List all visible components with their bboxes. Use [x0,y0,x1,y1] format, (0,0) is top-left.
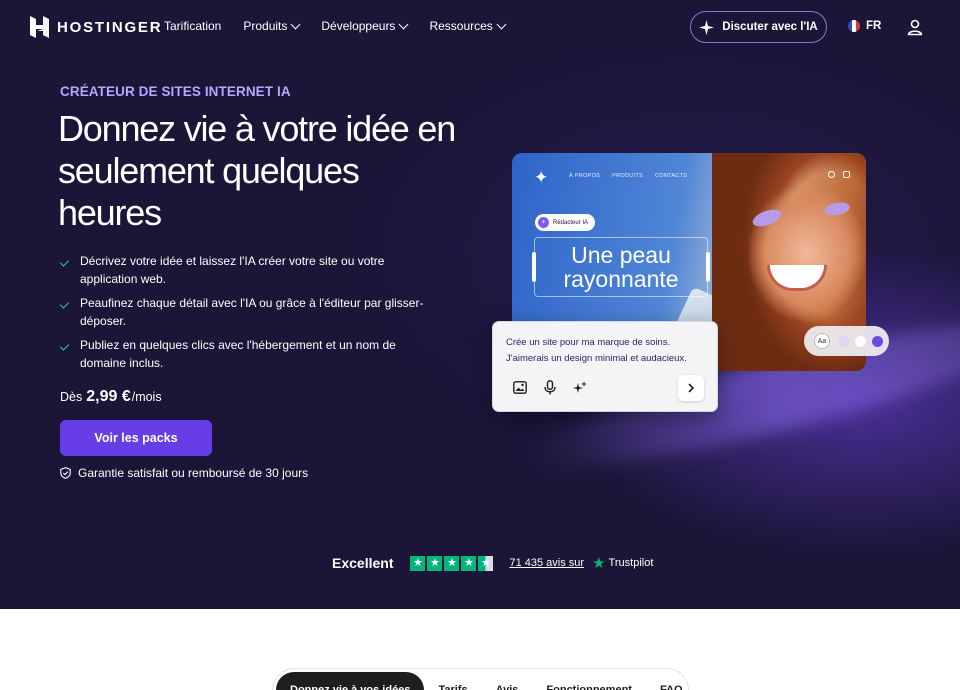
ai-chat-label: Discuter avec l'IA [722,21,818,33]
star-icon: ★ [461,555,477,571]
feature-item: Publiez en quelques clics avec l'héberge… [60,336,440,372]
language-selector[interactable]: FR [848,20,881,32]
chevron-down-icon [496,19,507,29]
nav-link-products[interactable]: Produits [243,19,301,33]
feature-text: Décrivez votre idée et laissez l'IA crée… [80,254,385,286]
resize-handle [706,252,710,282]
bag-icon [843,171,850,178]
chevron-down-icon [290,19,301,29]
tab-ideas[interactable]: Donnez vie à vos idées [276,672,425,690]
font-chip[interactable]: Aa [814,333,830,349]
feature-text: Publiez en quelques clics avec l'héberge… [80,338,396,370]
ai-sparkle-icon: + [538,217,549,228]
microphone-icon[interactable] [544,380,556,395]
tab-faq[interactable]: FAQ [646,672,697,690]
mockup-icons [828,171,850,178]
nav-link-pricing[interactable]: Tarification [164,19,221,33]
ai-writer-badge: + Rédacteur IA [535,214,596,231]
check-icon [60,300,70,336]
check-icon [60,342,70,378]
star-rating: ★ ★ ★ ★ ★ [410,555,494,571]
search-icon [828,171,835,178]
chevron-right-icon [688,383,695,393]
rating-label: Excellent [332,555,394,571]
sparkle-logo-icon: ✦ [534,168,549,187]
trustpilot-brand: ★ Trustpilot [592,554,653,572]
shield-check-icon [60,467,71,479]
nav-links: Tarification Produits Développeurs Resso… [164,19,507,33]
feature-list: Décrivez votre idée et laissez l'IA crée… [60,252,440,378]
mockup-nav-item: PRODUITS [612,173,643,179]
ai-prompt-card: Crée un site pour ma marque de soins. J'… [492,321,718,412]
send-prompt-button[interactable] [678,375,704,401]
brand-name: HOSTINGER [57,18,163,36]
see-plans-button[interactable]: Voir les packs [60,420,212,456]
ai-sparkle-icon [699,19,715,35]
money-back-guarantee: Garantie satisfait ou remboursé de 30 jo… [60,466,308,480]
feature-text: Peaufinez chaque détail avec l'IA ou grâ… [80,296,424,328]
nav-link-label: Développeurs [321,19,396,33]
color-swatch[interactable] [855,335,866,347]
mockup-nav-item: À PROPOS [569,173,601,179]
nav-link-label: Produits [243,19,288,33]
price-line: Dès 2,99 €/mois [60,388,162,406]
nav-link-label: Ressources [429,19,493,33]
half-star-icon: ★ [478,555,494,571]
nav-link-label: Tarification [164,19,222,33]
star-icon: ★ [444,555,460,571]
guarantee-text: Garantie satisfait ou remboursé de 30 jo… [78,466,309,480]
chevron-down-icon [398,19,409,29]
trustpilot-star-icon: ★ [592,555,606,572]
price-amount: 2,99 € [86,388,131,405]
trustpilot-rating: Excellent ★ ★ ★ ★ ★ 71 435 avis sur ★ Tr… [332,554,653,572]
user-account-icon[interactable] [906,18,924,36]
trustpilot-name: Trustpilot [608,557,654,569]
mockup-heading: Une peau rayonnante [534,237,708,297]
hostinger-logo[interactable]: HOSTINGER [30,16,162,38]
tab-how-it-works[interactable]: Fonctionnement [532,672,646,690]
price-suffix: /mois [131,390,162,404]
ai-chat-button[interactable]: Discuter avec l'IA [690,11,827,43]
prompt-text: Crée un site pour ma marque de soins. J'… [506,337,687,364]
feature-item: Décrivez votre idée et laissez l'IA crée… [60,252,440,288]
price-prefix: Dès [60,390,83,404]
color-swatch[interactable] [838,335,849,347]
hero-headline: Donnez vie à votre idée en seulement que… [58,108,456,233]
feature-item: Peaufinez chaque détail avec l'IA ou grâ… [60,294,440,330]
star-icon: ★ [427,555,443,571]
star-icon: ★ [410,555,426,571]
tab-pricing[interactable]: Tarifs [424,672,481,690]
hostinger-logo-icon [30,16,49,38]
hero-eyebrow: CRÉATEUR DE SITES INTERNET IA [60,84,291,99]
reviews-link[interactable]: 71 435 avis sur [509,557,584,569]
ai-sparkle-icon[interactable] [573,380,587,395]
mockup-nav-item: CONTACTS [654,173,688,179]
france-flag-icon [848,20,860,32]
tab-reviews[interactable]: Avis [482,672,533,690]
mockup-nav: À PROPOS PRODUITS CONTACTS [569,173,687,179]
check-icon [60,258,70,294]
hero-section: HOSTINGER Tarification Produits Développ… [0,0,960,609]
section-tabs: Donnez vie à vos idées Tarifs Avis Fonct… [272,668,689,690]
ai-writer-label: Rédacteur IA [553,219,589,226]
language-code: FR [866,20,882,32]
prompt-tools [513,380,587,395]
nav-link-resources[interactable]: Ressources [429,19,507,33]
style-palette: Aa [804,326,889,356]
nav-link-developers[interactable]: Développeurs [321,19,409,33]
image-icon[interactable] [513,381,527,394]
color-swatch[interactable] [872,335,883,347]
top-navigation: HOSTINGER Tarification Produits Développ… [0,0,960,54]
resize-handle [532,252,536,282]
